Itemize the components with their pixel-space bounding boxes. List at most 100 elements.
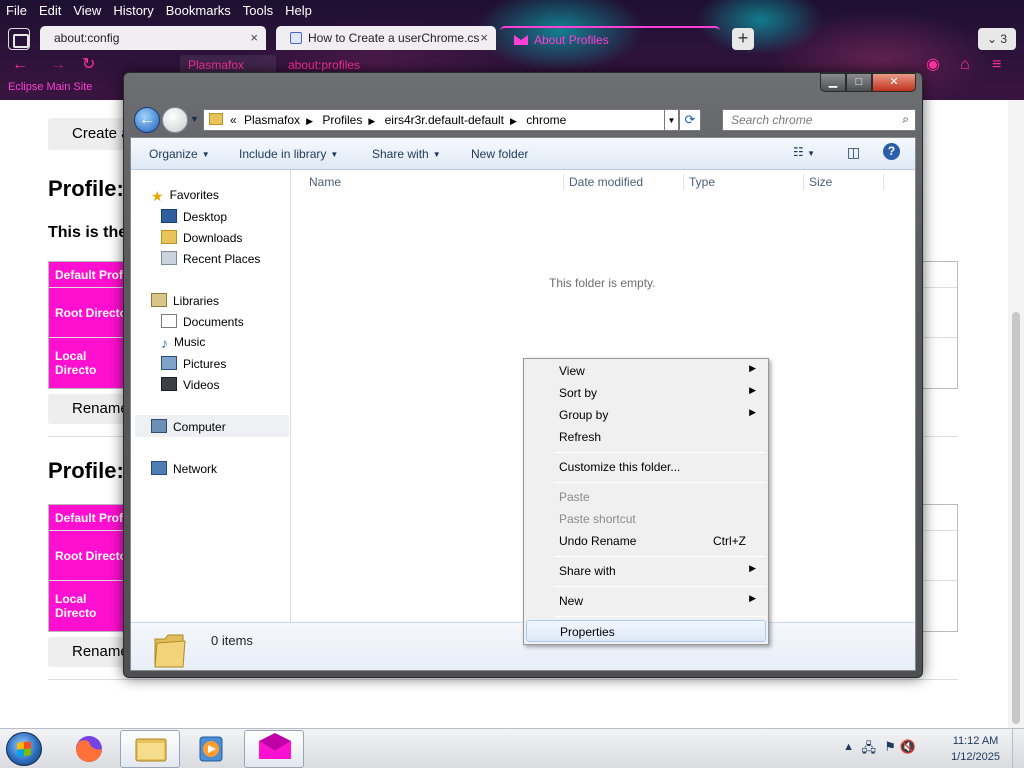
forward-button[interactable] — [162, 107, 188, 133]
organize-button[interactable]: Organize ▼ — [149, 147, 210, 161]
reload-icon[interactable]: ↻ — [82, 54, 95, 76]
menu-item-new[interactable]: New ▶ — [526, 590, 766, 612]
profile-title: Profile: — [48, 458, 124, 483]
menu-item-paste-shortcut[interactable]: Paste shortcut — [526, 508, 766, 530]
new-folder-button[interactable]: New folder — [471, 147, 528, 161]
nav-pictures[interactable]: Pictures — [161, 356, 226, 371]
menu-view[interactable]: View — [67, 0, 107, 20]
taskbar-plasmafox[interactable] — [244, 730, 304, 768]
tab-userchrome-guide[interactable]: How to Create a userChrome.cs × — [276, 26, 496, 50]
show-hidden-icons-icon[interactable]: ▲ — [843, 741, 854, 753]
search-icon[interactable]: ⌕ — [902, 112, 909, 127]
account-icon[interactable]: ◉ — [926, 54, 940, 76]
action-center-flag-icon[interactable]: ⚑ — [884, 739, 896, 755]
scrollbar-thumb[interactable] — [1012, 312, 1020, 724]
tab-about-config[interactable]: about:config × — [40, 26, 266, 50]
show-desktop-button[interactable] — [1012, 729, 1024, 768]
breadcrumb-arrow-icon[interactable]: ▶ — [368, 116, 375, 126]
column-name[interactable]: Name — [309, 175, 341, 189]
new-tab-button[interactable]: + — [732, 28, 754, 50]
menu-item-group-by[interactable]: Group by ▶ — [526, 404, 766, 426]
close-icon[interactable]: × — [480, 30, 488, 45]
menu-icon[interactable]: ≡ — [992, 54, 1001, 76]
nav-computer[interactable]: Computer — [135, 415, 289, 437]
breadcrumb-overflow[interactable]: « — [230, 113, 237, 127]
column-divider[interactable] — [883, 174, 884, 190]
nav-music[interactable]: ♪ Music — [161, 335, 205, 351]
menu-edit[interactable]: Edit — [33, 0, 67, 20]
nav-desktop[interactable]: Desktop — [161, 209, 227, 224]
column-size[interactable]: Size — [809, 175, 832, 189]
breadcrumb-profile-folder[interactable]: eirs4r3r.default-default — [385, 113, 504, 127]
menu-label: Sort by — [559, 386, 598, 400]
breadcrumb-plasmafox[interactable]: Plasmafox — [244, 113, 300, 127]
menu-tools[interactable]: Tools — [237, 0, 279, 20]
page-favicon-icon — [290, 32, 302, 44]
minimize-button[interactable]: ▁ — [820, 73, 846, 92]
tab-count-button[interactable]: ⌄ 3 — [978, 28, 1016, 50]
recent-places-icon — [161, 251, 177, 265]
clock[interactable]: 11:12 AM 1/12/2025 — [951, 733, 1000, 765]
refresh-icon[interactable]: ⟳ — [679, 109, 701, 131]
forward-arrow-icon[interactable]: → — [50, 54, 66, 76]
breadcrumb-arrow-icon[interactable]: ▶ — [306, 116, 313, 126]
nav-downloads[interactable]: Downloads — [161, 230, 242, 245]
menu-bookmarks[interactable]: Bookmarks — [160, 0, 237, 20]
bookmark-eclipse[interactable]: Eclipse Main Site — [8, 81, 92, 93]
volume-muted-icon[interactable]: 🔇 — [900, 739, 916, 755]
menu-history[interactable]: History — [107, 0, 159, 20]
menu-item-paste[interactable]: Paste — [526, 486, 766, 508]
nav-recent-places[interactable]: Recent Places — [161, 251, 260, 266]
taskbar-explorer[interactable] — [120, 730, 180, 768]
home-icon[interactable]: ⌂ — [960, 54, 970, 76]
nav-documents[interactable]: Documents — [161, 314, 244, 329]
clock-time: 11:12 AM — [952, 735, 999, 747]
nav-favorites[interactable]: ★ Favorites — [151, 188, 219, 204]
tab-list-button[interactable] — [8, 28, 30, 50]
menu-item-share-with[interactable]: Share with ▶ — [526, 560, 766, 582]
menu-item-refresh[interactable]: Refresh — [526, 426, 766, 448]
submenu-arrow-icon: ▶ — [749, 407, 756, 417]
back-button[interactable]: ← — [134, 107, 160, 133]
search-input[interactable]: Search chrome ⌕ — [722, 109, 916, 131]
breadcrumb-profiles[interactable]: Profiles — [322, 113, 362, 127]
breadcrumb-chrome[interactable]: chrome — [526, 113, 566, 127]
address-bar[interactable]: « Plasmafox ▶ Profiles ▶ eirs4r3r.default-… — [203, 109, 665, 131]
recent-pages-dropdown[interactable]: ▼ — [190, 114, 199, 124]
column-divider[interactable] — [803, 174, 804, 190]
nav-libraries[interactable]: Libraries — [151, 293, 219, 308]
tab-strip: about:config × How to Create a userChrom… — [0, 26, 1024, 52]
network-tray-icon[interactable]: 🖧 — [862, 739, 877, 761]
menu-file[interactable]: File — [0, 0, 33, 20]
maximize-button[interactable]: □ — [846, 73, 872, 92]
column-date-modified[interactable]: Date modified — [569, 175, 643, 189]
preview-pane-icon[interactable]: ◫ — [847, 144, 860, 161]
menu-item-sort-by[interactable]: Sort by ▶ — [526, 382, 766, 404]
folder-icon — [154, 634, 186, 668]
column-divider[interactable] — [683, 174, 684, 190]
page-scrollbar[interactable] — [1008, 100, 1024, 728]
nav-network[interactable]: Network — [151, 461, 217, 476]
nav-videos[interactable]: Videos — [161, 377, 219, 392]
close-window-button[interactable]: ✕ — [872, 73, 916, 92]
menu-item-properties[interactable]: Properties — [526, 620, 766, 642]
include-in-library-button[interactable]: Include in library ▼ — [239, 147, 338, 161]
taskbar-media-player[interactable] — [188, 730, 234, 768]
share-with-button[interactable]: Share with ▼ — [372, 147, 441, 161]
column-divider[interactable] — [563, 174, 564, 190]
tab-about-profiles[interactable]: About Profiles — [500, 26, 720, 50]
menu-item-customize[interactable]: Customize this folder... — [526, 456, 766, 478]
start-button[interactable] — [6, 732, 42, 766]
breadcrumb-arrow-icon[interactable]: ▶ — [510, 116, 517, 126]
back-arrow-icon[interactable]: ← — [12, 54, 28, 76]
column-type[interactable]: Type — [689, 175, 715, 189]
address-dropdown[interactable]: ▼ — [665, 109, 679, 131]
taskbar-firefox[interactable] — [66, 730, 112, 768]
menu-item-undo-rename[interactable]: Undo Rename Ctrl+Z — [526, 530, 766, 552]
help-icon[interactable]: ? — [883, 143, 900, 160]
item-count: 0 items — [211, 633, 253, 648]
menu-help[interactable]: Help — [279, 0, 318, 20]
view-options-icon[interactable]: ☷ ▼ — [793, 145, 815, 159]
close-icon[interactable]: × — [250, 30, 258, 45]
menu-item-view[interactable]: View ▶ — [526, 360, 766, 382]
